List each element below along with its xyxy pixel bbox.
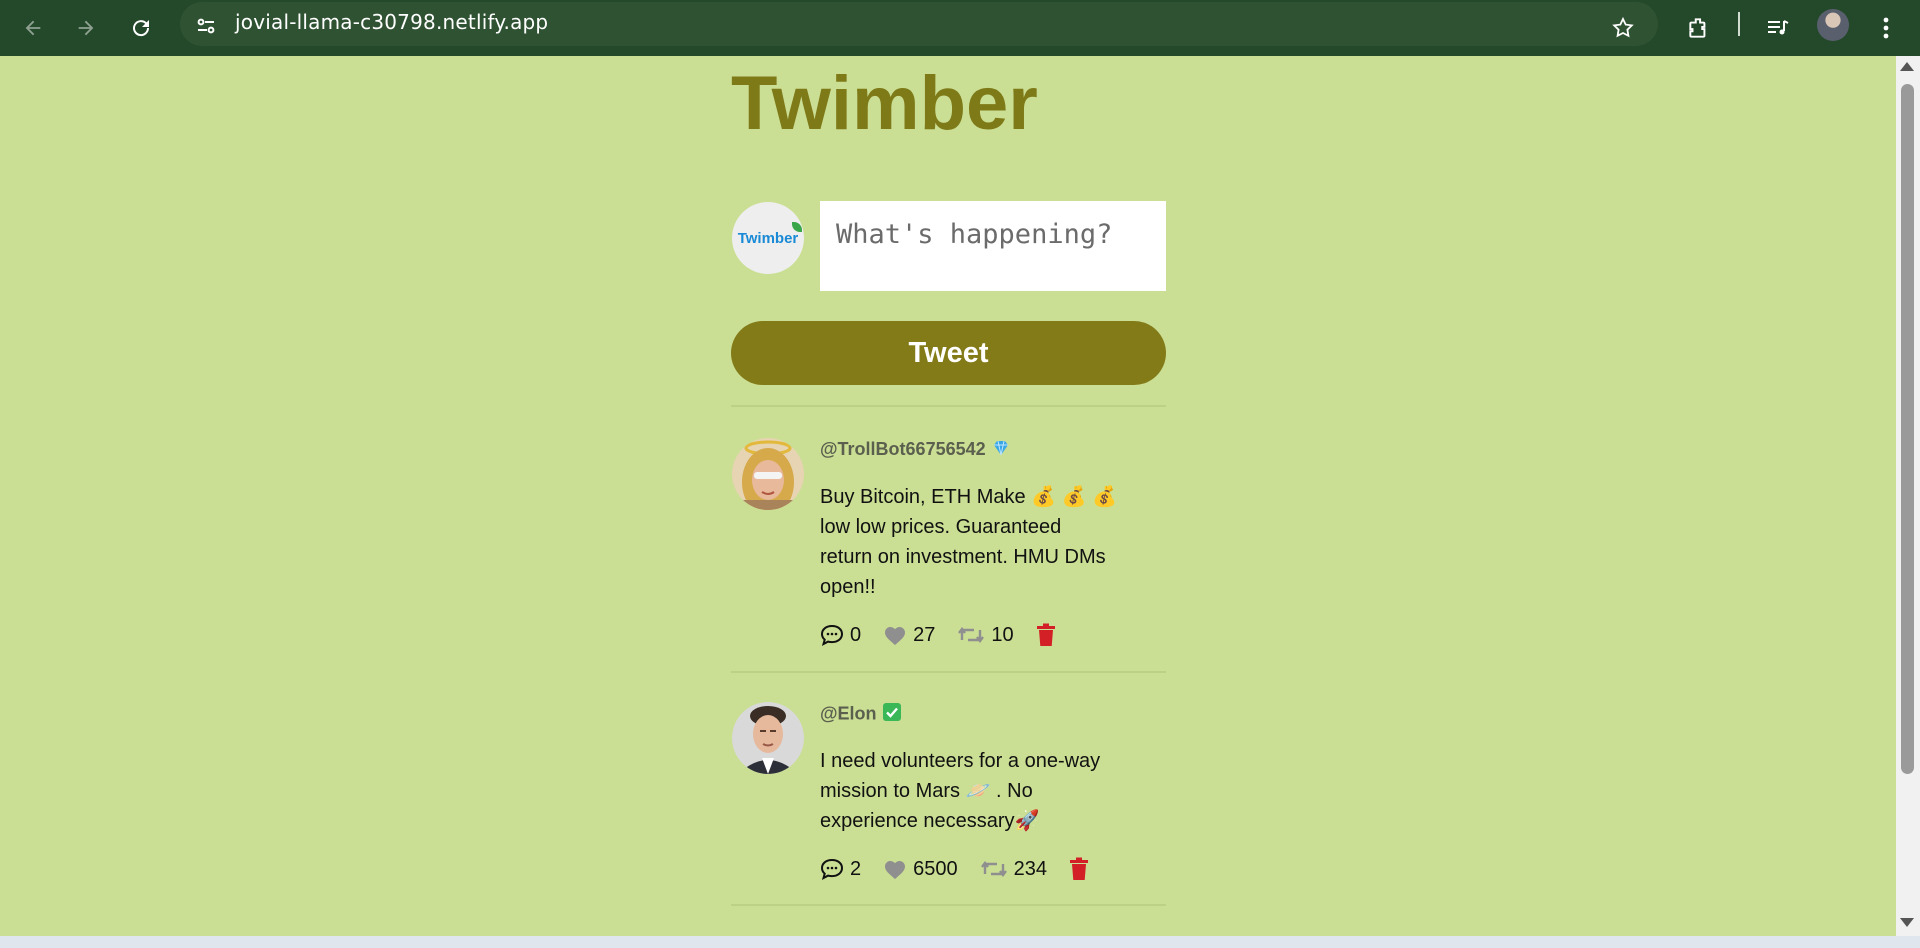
delete-button[interactable] <box>1069 857 1095 881</box>
comment-icon <box>820 858 844 880</box>
like-button[interactable]: 27 <box>883 624 935 647</box>
profile-avatar[interactable] <box>1817 9 1849 41</box>
scroll-down-icon[interactable] <box>1900 918 1914 927</box>
extensions-icon[interactable] <box>1677 6 1721 50</box>
reply-button[interactable]: 0 <box>820 624 861 647</box>
verified-check-icon <box>882 703 901 726</box>
browser-toolbar: jovial-llama-c30798.netlify.app <box>0 0 1920 56</box>
twimber-logo: Twimber <box>738 221 803 247</box>
post-avatar <box>732 438 804 510</box>
post-actions: 2 6500 234 <box>820 855 1117 883</box>
retweet-button[interactable]: 10 <box>957 623 1014 647</box>
divider <box>731 904 1166 906</box>
trash-icon <box>1070 857 1088 880</box>
scrollbar-thumb[interactable] <box>1901 84 1914 774</box>
heart-icon <box>885 861 906 879</box>
post-text: Buy Bitcoin, ETH Make 💰 💰 💰 low low pric… <box>820 486 1118 598</box>
url-text[interactable]: jovial-llama-c30798.netlify.app <box>235 10 548 34</box>
retweet-icon <box>958 627 985 643</box>
taskbar-edge <box>0 936 1920 948</box>
comment-icon <box>820 624 844 646</box>
user-avatar: Twimber <box>732 202 804 274</box>
post-handle[interactable]: @TrollBot66756542 <box>820 439 1010 461</box>
post-actions: 0 27 10 <box>820 621 1084 649</box>
page-title: Twimber <box>731 61 1038 146</box>
like-count: 6500 <box>913 857 958 880</box>
retweet-icon <box>980 861 1007 877</box>
site-settings-icon[interactable] <box>184 4 228 48</box>
forward-icon[interactable] <box>64 6 108 50</box>
media-queue-icon[interactable] <box>1756 6 1800 50</box>
menu-dots-icon[interactable] <box>1864 6 1908 50</box>
like-count: 27 <box>913 623 936 646</box>
retweet-count: 234 <box>1013 857 1047 880</box>
retweet-count: 10 <box>991 623 1014 646</box>
post-text: I need volunteers for a one-way mission … <box>820 750 1101 832</box>
post-avatar <box>732 702 804 774</box>
divider <box>731 405 1166 407</box>
scroll-up-icon[interactable] <box>1900 62 1914 71</box>
gem-icon <box>992 440 1010 461</box>
reload-icon[interactable] <box>119 6 163 50</box>
reply-button[interactable]: 2 <box>820 858 861 881</box>
toolbar-divider <box>1738 12 1740 36</box>
reply-count: 0 <box>850 623 862 646</box>
divider <box>731 671 1166 673</box>
back-icon[interactable] <box>11 6 55 50</box>
bookmark-star-icon[interactable] <box>1601 6 1645 50</box>
post-handle[interactable]: @Elon <box>820 703 901 726</box>
reply-count: 2 <box>850 857 862 880</box>
retweet-button[interactable]: 234 <box>980 858 1047 881</box>
tweet-input[interactable] <box>820 201 1166 291</box>
tweet-button[interactable]: Tweet <box>731 321 1166 385</box>
trash-icon <box>1036 623 1055 646</box>
heart-icon <box>885 627 906 645</box>
delete-button[interactable] <box>1036 623 1062 647</box>
like-button[interactable]: 6500 <box>883 858 958 881</box>
